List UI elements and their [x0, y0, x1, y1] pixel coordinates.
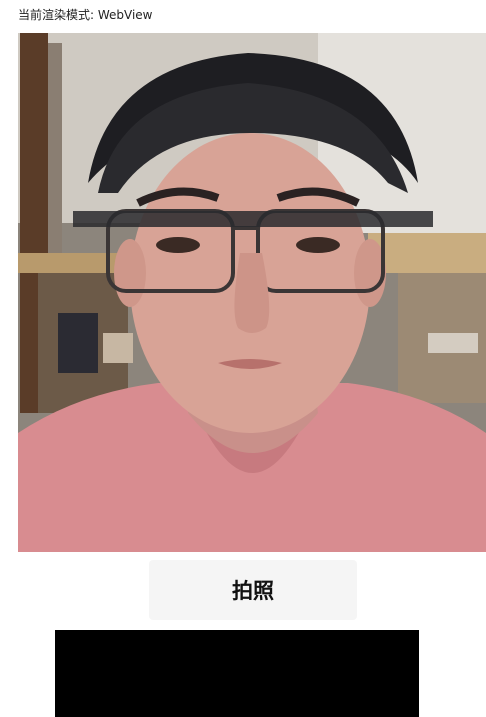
controls-area: 拍照	[18, 552, 486, 717]
photo-result-preview	[55, 630, 419, 717]
render-mode-label: 当前渲染模式: WebView	[18, 8, 153, 22]
capture-photo-button[interactable]: 拍照	[149, 560, 357, 620]
camera-preview-photo	[18, 33, 486, 552]
camera-preview	[18, 33, 486, 552]
